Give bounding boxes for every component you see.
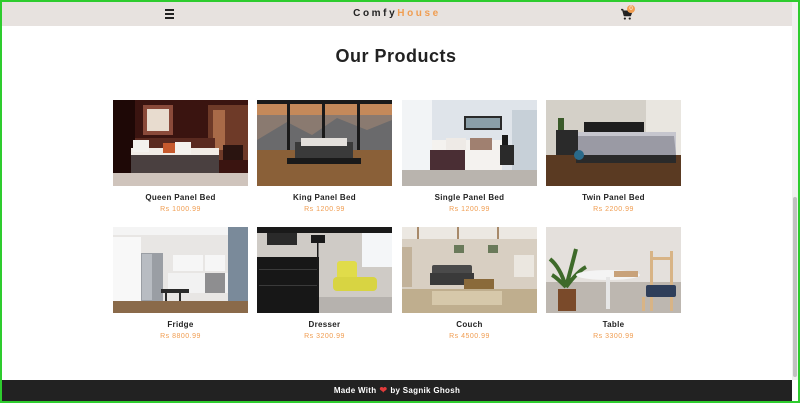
product-name: King Panel Bed <box>293 193 356 202</box>
footer-text-after: by Sagnik Ghosh <box>390 386 461 395</box>
vertical-scrollbar[interactable] <box>792 2 798 380</box>
product-name: Dresser <box>308 320 341 329</box>
cart-count-badge: 0 <box>627 5 635 13</box>
product-name: Table <box>602 320 625 329</box>
product-image[interactable] <box>257 100 392 186</box>
logo-text-accent: House <box>397 8 441 19</box>
product-price: Rs 1000.99 <box>160 206 201 213</box>
product-image[interactable] <box>113 100 248 186</box>
product-name: Twin Panel Bed <box>582 193 645 202</box>
product-image[interactable] <box>402 100 537 186</box>
section-title: Our Products <box>335 46 457 66</box>
footer: Made With ❤ by Sagnik Ghosh <box>2 380 792 401</box>
product-price: Rs 3300.99 <box>593 333 634 340</box>
product-card: Fridge Rs 8800.99 <box>113 227 248 340</box>
cart-button[interactable]: 0 <box>620 5 635 22</box>
product-image[interactable] <box>546 227 681 313</box>
product-card: Couch Rs 4500.99 <box>402 227 537 340</box>
logo-text-primary: Comfy <box>353 8 398 19</box>
product-image[interactable] <box>113 227 248 313</box>
navbar: ComfyHouse 0 <box>2 2 792 26</box>
product-price: Rs 2200.99 <box>593 206 634 213</box>
product-name: Fridge <box>167 320 194 329</box>
product-name: Couch <box>456 320 483 329</box>
product-price: Rs 1200.99 <box>449 206 490 213</box>
product-name: Single Panel Bed <box>434 193 505 202</box>
product-name: Queen Panel Bed <box>145 193 216 202</box>
product-card: Dresser Rs 3200.99 <box>257 227 392 340</box>
product-image[interactable] <box>257 227 392 313</box>
footer-text-before: Made With <box>333 386 377 395</box>
product-price: Rs 8800.99 <box>160 333 201 340</box>
product-card: Table Rs 3300.99 <box>546 227 681 340</box>
product-price: Rs 1200.99 <box>304 206 345 213</box>
product-card: King Panel Bed Rs 1200.99 <box>257 100 392 213</box>
product-price: Rs 4500.99 <box>449 333 490 340</box>
heart-icon: ❤ <box>379 385 388 395</box>
product-price: Rs 3200.99 <box>304 333 345 340</box>
product-image[interactable] <box>546 100 681 186</box>
product-card: Queen Panel Bed Rs 1000.99 <box>113 100 248 213</box>
product-card: Single Panel Bed Rs 1200.99 <box>402 100 537 213</box>
product-card: Twin Panel Bed Rs 2200.99 <box>546 100 681 213</box>
scrollbar-thumb[interactable] <box>793 197 797 377</box>
product-image[interactable] <box>402 227 537 313</box>
logo: ComfyHouse <box>2 8 792 19</box>
